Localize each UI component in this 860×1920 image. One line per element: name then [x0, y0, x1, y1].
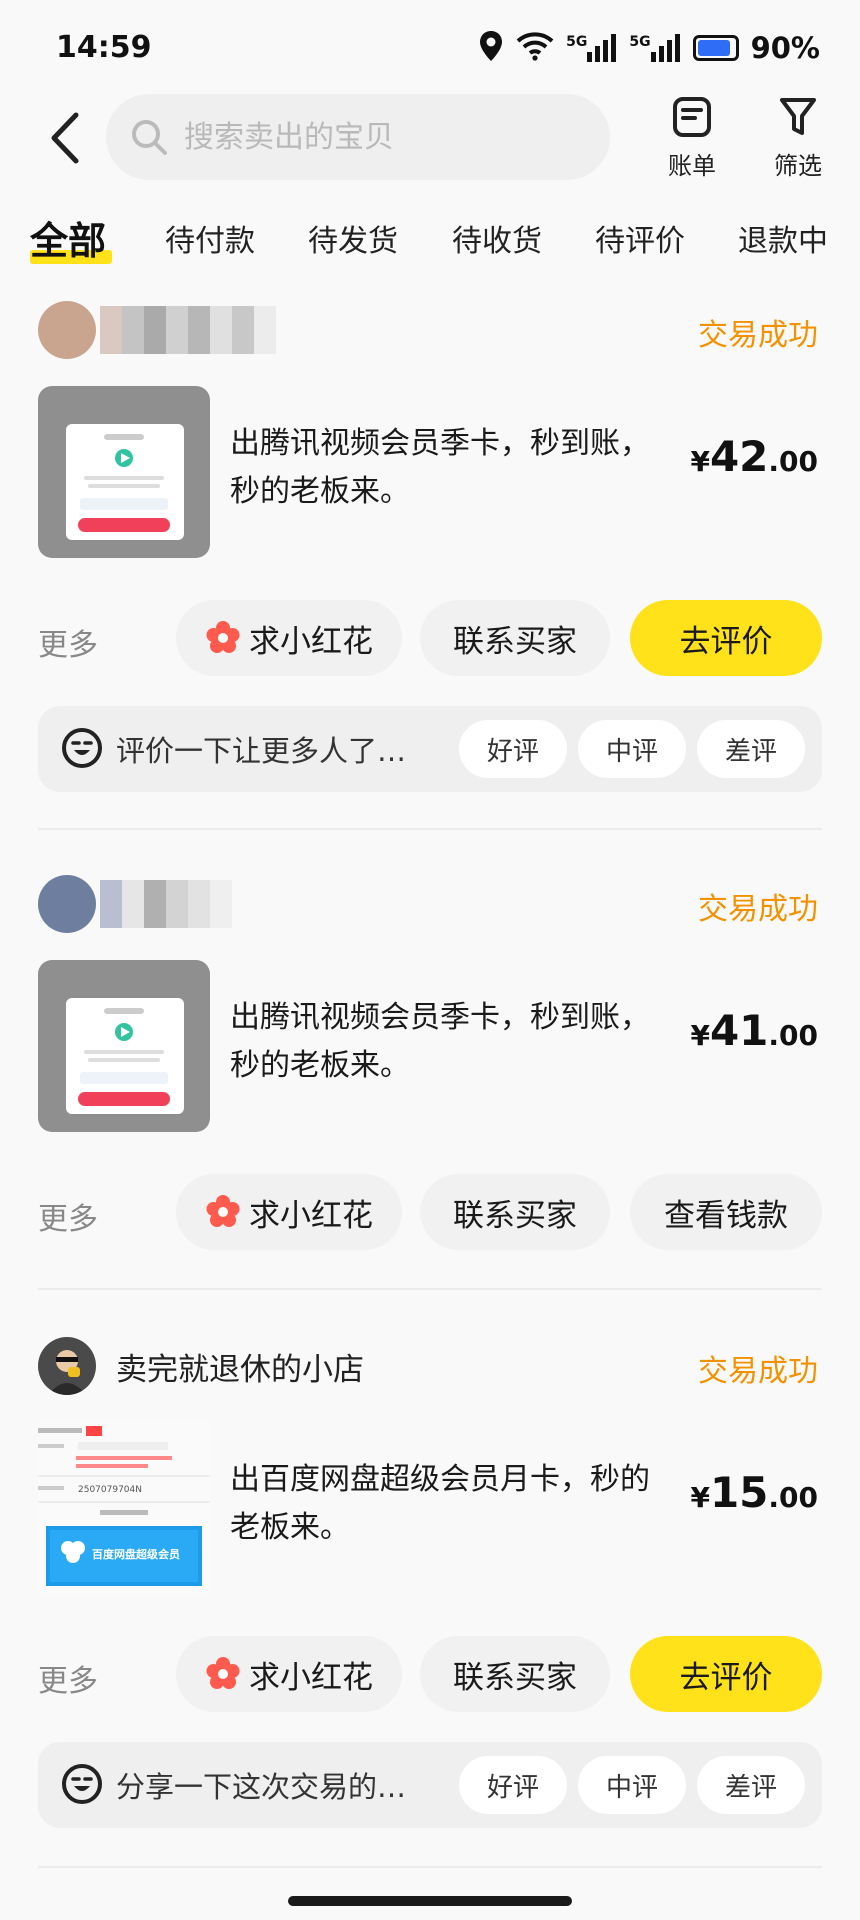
product-title[interactable]: 出腾讯视频会员季卡，秒到账，秒的老板来。	[230, 994, 660, 1090]
order-actions: 更多 求小红花 联系买家 去评价	[0, 1636, 860, 1712]
home-indicator[interactable]	[288, 1896, 572, 1906]
flower-icon	[206, 1195, 240, 1227]
tab-refunding[interactable]: 退款中	[738, 216, 828, 260]
review-prompt: 评价一下让更多人了…	[116, 734, 407, 768]
product-title[interactable]: 出百度网盘超级会员月卡，秒的老板来。	[230, 1456, 660, 1552]
bad-review-button[interactable]: 差评	[697, 720, 805, 778]
seller-name: 卖完就退休的小店	[116, 1351, 364, 1388]
face-icon	[62, 1764, 102, 1804]
more-link[interactable]: 更多	[38, 1656, 98, 1700]
status-bar: 14:59 5G 5G 90%	[0, 0, 860, 96]
ask-flower-button[interactable]: 求小红花	[176, 1636, 402, 1712]
filter-label: 筛选	[774, 152, 822, 180]
avatar	[38, 1337, 96, 1395]
seller-info[interactable]	[38, 874, 232, 934]
status-icons: 5G 5G 90%	[478, 30, 820, 66]
flower-icon	[206, 621, 240, 653]
bill-icon	[673, 97, 711, 137]
contact-buyer-button[interactable]: 联系买家	[420, 1636, 610, 1712]
price: ¥42.00	[690, 432, 818, 481]
tencent-video-thumbnail	[38, 386, 210, 558]
tab-pending-receipt[interactable]: 待收货	[452, 216, 542, 260]
review-bar: 分享一下这次交易的… 好评 中评 差评	[38, 1742, 822, 1828]
wifi-icon	[516, 31, 554, 65]
tencent-video-thumbnail	[38, 960, 210, 1132]
seller-info[interactable]	[38, 300, 276, 360]
avatar	[38, 875, 96, 933]
seller-name-blurred	[100, 880, 232, 928]
divider	[38, 1288, 822, 1290]
price: ¥41.00	[690, 1006, 818, 1055]
bad-review-button[interactable]: 差评	[697, 1756, 805, 1814]
filter-button[interactable]: 筛选	[758, 96, 838, 181]
flower-icon	[206, 1657, 240, 1689]
tab-pending-review[interactable]: 待评价	[595, 216, 685, 260]
search-icon	[132, 120, 167, 155]
thumb-banner: 百度网盘超级会员	[92, 1547, 180, 1561]
baidu-netdisk-thumbnail: 2507079704N 百度网盘超级会员	[38, 1422, 210, 1594]
product-title[interactable]: 出腾讯视频会员季卡，秒到账，秒的老板来。	[230, 420, 660, 516]
signal-icon: 5G	[566, 34, 617, 62]
contact-buyer-button[interactable]: 联系买家	[420, 600, 610, 676]
product-thumbnail[interactable]	[38, 386, 210, 558]
divider	[38, 1866, 822, 1868]
review-bar: 评价一下让更多人了… 好评 中评 差评	[38, 706, 822, 792]
product-thumbnail[interactable]	[38, 960, 210, 1132]
tab-pending-payment[interactable]: 待付款	[165, 216, 255, 260]
thumb-order-no: 2507079704N	[78, 1485, 142, 1495]
seller-info[interactable]: 卖完就退休的小店	[38, 1336, 364, 1396]
product-thumbnail[interactable]: 2507079704N 百度网盘超级会员	[38, 1422, 210, 1594]
battery-percent: 90%	[750, 31, 820, 65]
order-status: 交易成功	[698, 318, 818, 353]
price: ¥15.00	[690, 1468, 818, 1517]
more-link[interactable]: 更多	[38, 1194, 98, 1238]
neutral-review-button[interactable]: 中评	[578, 1756, 686, 1814]
review-prompt: 分享一下这次交易的…	[116, 1770, 407, 1804]
tab-all[interactable]: 全部	[30, 210, 106, 265]
divider	[38, 828, 822, 830]
good-review-button[interactable]: 好评	[459, 1756, 567, 1814]
tab-pending-shipment[interactable]: 待发货	[308, 216, 398, 260]
ask-flower-button[interactable]: 求小红花	[176, 1174, 402, 1250]
back-arrow-icon	[51, 112, 79, 164]
face-icon	[62, 728, 102, 768]
bill-button[interactable]: 账单	[652, 96, 732, 181]
location-icon	[478, 30, 504, 66]
seller-name-blurred	[100, 306, 276, 354]
ask-flower-button[interactable]: 求小红花	[176, 600, 402, 676]
order-actions: 更多 求小红花 联系买家 查看钱款	[0, 1174, 860, 1250]
review-button[interactable]: 去评价	[630, 1636, 822, 1712]
search-input[interactable]	[182, 118, 566, 156]
order-status: 交易成功	[698, 892, 818, 927]
order-status: 交易成功	[698, 1354, 818, 1389]
bill-label: 账单	[668, 152, 716, 180]
neutral-review-button[interactable]: 中评	[578, 720, 686, 778]
order-tabs: 全部 待付款 待发货 待收货 待评价 退款中	[0, 210, 860, 270]
contact-buyer-button[interactable]: 联系买家	[420, 1174, 610, 1250]
filter-icon	[780, 98, 816, 135]
search-bar[interactable]	[106, 94, 610, 180]
signal-icon-2: 5G	[629, 34, 680, 62]
view-payment-button[interactable]: 查看钱款	[630, 1174, 822, 1250]
status-time: 14:59	[56, 30, 152, 65]
order-actions: 更多 求小红花 联系买家 去评价	[0, 600, 860, 676]
battery-icon	[692, 35, 739, 61]
avatar	[38, 301, 96, 359]
more-link[interactable]: 更多	[38, 620, 98, 664]
good-review-button[interactable]: 好评	[459, 720, 567, 778]
back-button[interactable]	[40, 108, 90, 168]
review-button[interactable]: 去评价	[630, 600, 822, 676]
